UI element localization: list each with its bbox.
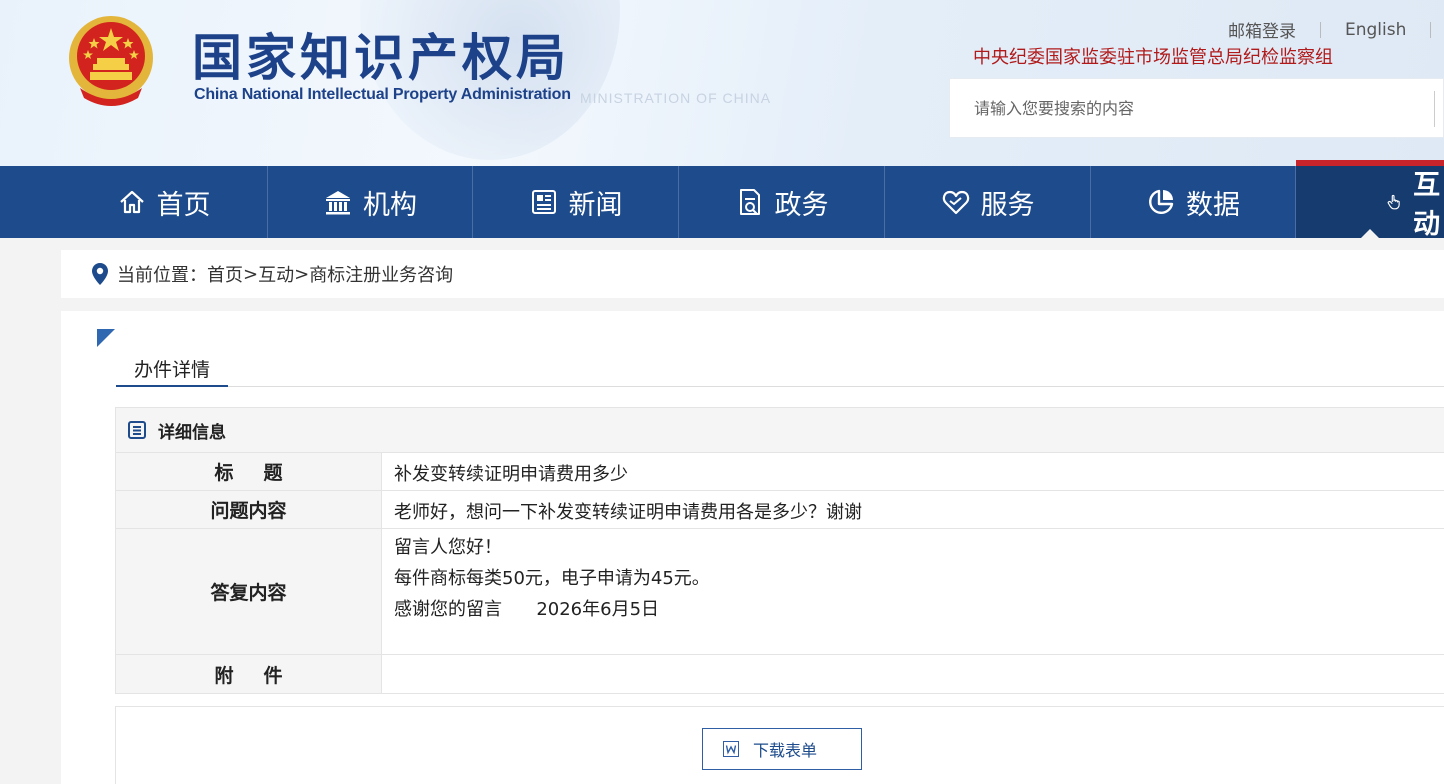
nav-item-institution[interactable]: 机构 [268,166,473,238]
row-value-title: 补发变转续证明申请费用多少 [394,464,628,485]
nav-item-government-affairs[interactable]: 政务 [679,166,885,238]
news-icon [531,190,556,214]
tab-row: 办件详情 [116,349,1444,387]
answer-line: 感谢您的留言 2026年6月5日 [394,599,660,620]
row-value-attachment [382,655,1444,693]
top-link-divider [1430,21,1432,38]
nav-item-label: 新闻 [568,189,623,221]
government-affairs-icon [739,189,760,215]
nav-item-label: 互动 [1413,170,1441,240]
answer-line: 留言人您好！ [394,537,502,558]
row-value-answer: 留言人您好！ 每件商标每类50元，电子申请为45元。 感谢您的留言 2026年6… [382,529,1444,654]
nav-item-label: 机构 [363,189,417,221]
nav-item-news[interactable]: 新闻 [473,166,679,238]
site-header: MINISTRATION OF CHINA 国家知识产权局 China Nati… [0,0,1444,166]
hand-pointer-icon [1387,194,1400,210]
tab-case-details[interactable]: 办件详情 [116,349,229,387]
row-label-answer: 答复内容 [116,529,382,654]
site-logo-english[interactable]: China National Intellectual Property Adm… [194,86,571,104]
search-input[interactable] [950,79,1420,137]
site-logo-chinese[interactable]: 国家知识产权局 [192,18,570,90]
supervision-link[interactable]: 中央纪委国家监委驻市场监管总局纪检监察组 [973,43,1333,69]
breadcrumb-link-home[interactable]: 首页 [207,261,243,287]
breadcrumb-prefix: 当前位置： [117,265,207,286]
search-divider [1434,91,1435,127]
service-heart-icon [942,190,969,215]
national-emblem-icon[interactable] [66,14,156,106]
search-box [949,78,1444,138]
nav-item-data[interactable]: 数据 [1091,166,1296,238]
breadcrumb: 当前位置： 首页 > 互动 > 商标注册业务咨询 [61,250,1444,298]
nav-item-label: 数据 [1186,189,1240,221]
row-value-question: 老师好，想问一下补发变转续证明申请费用各是多少？谢谢 [394,502,862,523]
detail-heading: 详细信息 [116,408,1444,453]
mail-login-link[interactable]: 邮箱登录 [1228,17,1296,42]
nav-item-label: 服务 [980,189,1035,221]
download-area: 下载表单 [115,706,1444,784]
detail-row-answer: 答复内容 留言人您好！ 每件商标每类50元，电子申请为45元。 感谢您的留言 2… [116,529,1444,655]
detail-heading-label: 详细信息 [158,422,226,443]
answer-line: 每件商标每类50元，电子申请为45元。 [394,568,710,589]
nav-item-service[interactable]: 服务 [885,166,1091,238]
english-link[interactable]: English [1345,20,1406,40]
page: MINISTRATION OF CHINA 国家知识产权局 China Nati… [0,0,1444,784]
breadcrumb-separator: > [243,263,259,285]
word-document-icon [723,741,739,757]
detail-table: 详细信息 标题 补发变转续证明申请费用多少 问题内容 老师好，想问一下补发变转续… [115,407,1444,694]
main-nav: 首页 机构 新闻 政务 服务 数据 互动 [0,160,1444,240]
nav-item-interaction[interactable]: 互动 [1296,160,1444,240]
nav-item-home[interactable]: 首页 [0,166,268,238]
content-panel: 办件详情 详细信息 标题 补发变转续证明申请费用多少 问题内容 老师好，想问一下… [61,311,1444,784]
download-form-label: 下载表单 [753,741,818,760]
download-form-button[interactable]: 下载表单 [702,728,862,770]
row-label-question: 问题内容 [116,491,382,528]
breadcrumb-link-current[interactable]: 商标注册业务咨询 [309,261,453,287]
institution-icon [326,191,350,215]
breadcrumb-separator: > [294,263,310,285]
detail-row-attachment: 附件 [116,655,1444,693]
pie-chart-icon [1149,189,1174,214]
nav-item-label: 政务 [774,189,829,221]
document-list-icon [128,421,146,439]
corner-marker-decoration [97,329,115,347]
location-pin-icon [92,263,108,285]
home-icon [119,190,144,214]
row-label-attachment: 附件 [116,655,382,693]
detail-row-question: 问题内容 老师好，想问一下补发变转续证明申请费用各是多少？谢谢 [116,491,1444,529]
top-links: 邮箱登录 English [1228,17,1432,42]
row-label-title: 标题 [116,453,382,490]
detail-row-title: 标题 补发变转续证明申请费用多少 [116,453,1444,491]
nav-item-label: 首页 [156,189,211,221]
top-link-divider [1320,21,1321,38]
header-ghost-text: MINISTRATION OF CHINA [580,90,772,106]
breadcrumb-link-interaction[interactable]: 互动 [258,261,294,287]
